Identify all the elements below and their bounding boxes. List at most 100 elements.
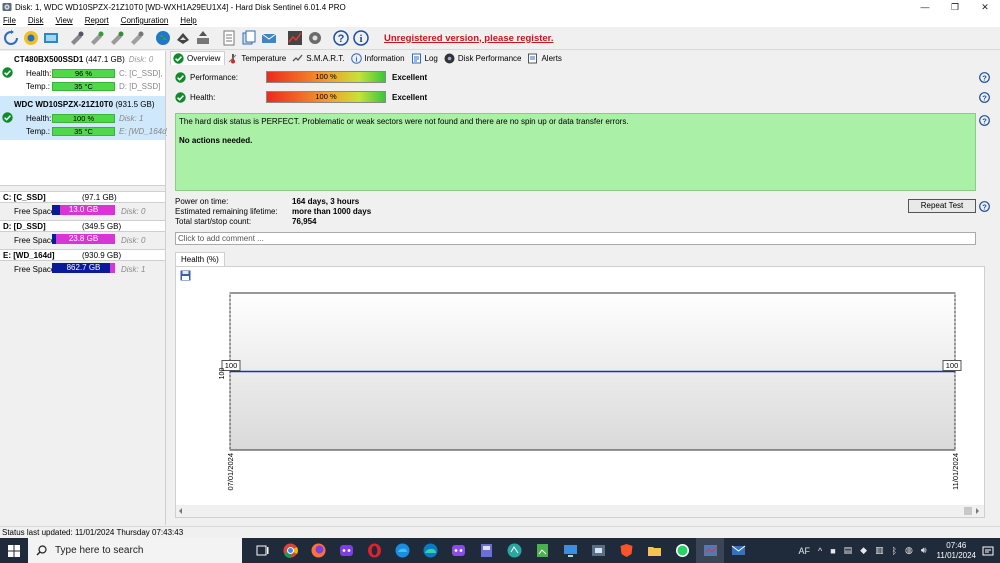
volume-c-ssd[interactable]: C: [C_SSD] (97.1 GB) Free Space 13.0 GB … bbox=[0, 191, 165, 219]
system-tray: AF ^ ■ ▤ ◆ ▥ ᛒ ◍ 🔊︎ 07:46 11/01/2024 bbox=[794, 538, 1000, 563]
copy-report-icon[interactable] bbox=[240, 29, 258, 47]
tab-overview[interactable]: Overview bbox=[170, 51, 226, 65]
disk-entry-wd10spzx[interactable]: WDC WD10SPZX-21Z10T0 (931.5 GB) Health: … bbox=[0, 96, 169, 140]
chrome-icon[interactable] bbox=[276, 538, 304, 563]
help-icon[interactable]: ? bbox=[979, 115, 990, 126]
export-report-icon[interactable] bbox=[194, 29, 212, 47]
info-icon: i bbox=[350, 52, 362, 64]
edge-beta-icon[interactable] bbox=[388, 538, 416, 563]
volume-size: (349.5 GB) bbox=[82, 222, 122, 231]
menu-file[interactable]: File bbox=[3, 16, 16, 25]
status-ok-icon bbox=[2, 112, 13, 123]
tab-smart[interactable]: S.M.A.R.T. bbox=[290, 51, 348, 65]
language-indicator[interactable]: AF bbox=[798, 546, 810, 556]
send-report-icon[interactable] bbox=[260, 29, 278, 47]
status-ok-icon bbox=[2, 67, 13, 78]
tab-information[interactable]: i Information bbox=[349, 51, 409, 65]
check-circle-icon bbox=[173, 53, 184, 64]
brave-icon[interactable] bbox=[612, 538, 640, 563]
register-link[interactable]: Unregistered version, please register. bbox=[384, 33, 554, 44]
disk-info-grid: Power on time: 164 days, 3 hours Estimate… bbox=[175, 197, 371, 227]
minimize-button[interactable]: — bbox=[910, 0, 940, 14]
storage-app-icon[interactable] bbox=[472, 538, 500, 563]
menu-disk[interactable]: Disk bbox=[28, 16, 44, 25]
power-on-value: 164 days, 3 hours bbox=[292, 197, 360, 206]
hard-disk-sentinel-taskbar-icon[interactable] bbox=[696, 538, 724, 563]
messenger-app-icon[interactable] bbox=[332, 538, 360, 563]
menu-bar: File Disk View Report Configuration Help bbox=[0, 14, 1000, 27]
help-icon[interactable]: ? bbox=[979, 72, 990, 83]
notification-icon[interactable] bbox=[982, 545, 994, 557]
menu-report[interactable]: Report bbox=[85, 16, 109, 25]
globe-icon[interactable] bbox=[154, 29, 172, 47]
media-app-icon[interactable] bbox=[584, 538, 612, 563]
data-label: 100 bbox=[225, 361, 238, 370]
tray-app-3-icon[interactable]: ◆ bbox=[860, 545, 867, 556]
about-info-icon[interactable]: i bbox=[352, 29, 370, 47]
tray-app-icon[interactable]: ■ bbox=[830, 546, 835, 556]
repeat-test-button[interactable]: Repeat Test bbox=[908, 199, 976, 213]
volume-e-wd164d[interactable]: E: [WD_164d] (930.9 GB) Free Space 862.7… bbox=[0, 249, 165, 277]
disk-tool-1-icon[interactable] bbox=[68, 29, 86, 47]
disk-monitor-icon[interactable] bbox=[42, 29, 60, 47]
edge-icon[interactable] bbox=[416, 538, 444, 563]
disk-tool-3-icon[interactable] bbox=[108, 29, 126, 47]
free-space-label: Free Space bbox=[14, 236, 56, 245]
help-icon[interactable]: ? bbox=[979, 92, 990, 103]
disk-performance-icon bbox=[444, 53, 455, 63]
lifetime-value: more than 1000 days bbox=[292, 207, 372, 216]
disk-tool-4-icon[interactable] bbox=[128, 29, 146, 47]
opera-icon[interactable] bbox=[360, 538, 388, 563]
temp-label: Temp.: bbox=[26, 127, 51, 136]
horizontal-scrollbar[interactable] bbox=[176, 505, 984, 517]
taskbar-search-input[interactable]: Type here to search bbox=[28, 538, 242, 563]
disk-tool-2-icon[interactable] bbox=[88, 29, 106, 47]
volume-icon[interactable]: 🔊︎ bbox=[921, 545, 927, 556]
network-icon[interactable]: ◍ bbox=[905, 545, 913, 556]
windows-taskbar: Type here to search AF ^ ■ ▤ ◆ ▥ ᛒ ◍ 🔊︎ … bbox=[0, 538, 1000, 563]
email-report-icon[interactable] bbox=[174, 29, 192, 47]
graph-icon[interactable] bbox=[286, 29, 304, 47]
settings-icon[interactable] bbox=[306, 29, 324, 47]
tray-app-4-icon[interactable]: ▥ bbox=[875, 545, 884, 556]
health-chart-panel: 100 07/01/2024 100 11/01/2024 100 bbox=[175, 266, 985, 518]
volume-d-ssd[interactable]: D: [D_SSD] (349.5 GB) Free Space 23.8 GB… bbox=[0, 220, 165, 248]
chat-app-icon[interactable] bbox=[444, 538, 472, 563]
disk-volumes: C: [C_SSD], bbox=[119, 69, 163, 78]
clock[interactable]: 07:46 11/01/2024 bbox=[937, 541, 976, 561]
file-explorer-icon[interactable] bbox=[640, 538, 668, 563]
firefox-icon[interactable] bbox=[304, 538, 332, 563]
status-message-box: The hard disk status is PERFECT. Problem… bbox=[175, 113, 976, 191]
disk-entry-ct480bx500ssd1[interactable]: CT480BX500SSD1 (447.1 GB) Disk: 0 Health:… bbox=[0, 51, 165, 95]
maximize-button[interactable]: ❐ bbox=[940, 0, 970, 14]
tab-alerts[interactable]: Alerts bbox=[525, 51, 565, 65]
report-document-icon[interactable] bbox=[220, 29, 238, 47]
menu-configuration[interactable]: Configuration bbox=[121, 16, 169, 25]
tab-disk-performance[interactable]: Disk Performance bbox=[442, 51, 526, 65]
tab-health-percent[interactable]: Health (%) bbox=[175, 252, 225, 266]
remote-desktop-icon[interactable] bbox=[556, 538, 584, 563]
windows-start-icon[interactable] bbox=[0, 538, 28, 563]
show-hidden-icons-icon[interactable]: ^ bbox=[818, 546, 822, 556]
mail-app-icon[interactable] bbox=[724, 538, 752, 563]
disk-status-icon[interactable] bbox=[22, 29, 40, 47]
task-view-icon[interactable] bbox=[248, 538, 276, 563]
tab-temperature[interactable]: Temperature bbox=[225, 51, 290, 65]
document-app-icon[interactable] bbox=[528, 538, 556, 563]
svg-text:?: ? bbox=[982, 73, 987, 82]
help-icon[interactable]: ? bbox=[979, 201, 990, 212]
whatsapp-icon[interactable] bbox=[668, 538, 696, 563]
help-icon[interactable]: ? bbox=[332, 29, 350, 47]
app-circle-icon[interactable] bbox=[500, 538, 528, 563]
menu-help[interactable]: Help bbox=[180, 16, 196, 25]
comment-input[interactable]: Click to add comment ... bbox=[175, 232, 976, 245]
close-button[interactable]: ✕ bbox=[970, 0, 1000, 14]
volume-size: (97.1 GB) bbox=[82, 193, 117, 202]
menu-view[interactable]: View bbox=[55, 16, 72, 25]
volume-disk: Disk: 0 bbox=[121, 236, 146, 245]
tray-app-2-icon[interactable]: ▤ bbox=[844, 545, 853, 556]
refresh-icon[interactable] bbox=[2, 29, 20, 47]
search-placeholder: Type here to search bbox=[55, 545, 144, 556]
bluetooth-icon[interactable]: ᛒ bbox=[892, 546, 897, 556]
tab-log[interactable]: Log bbox=[409, 51, 442, 65]
